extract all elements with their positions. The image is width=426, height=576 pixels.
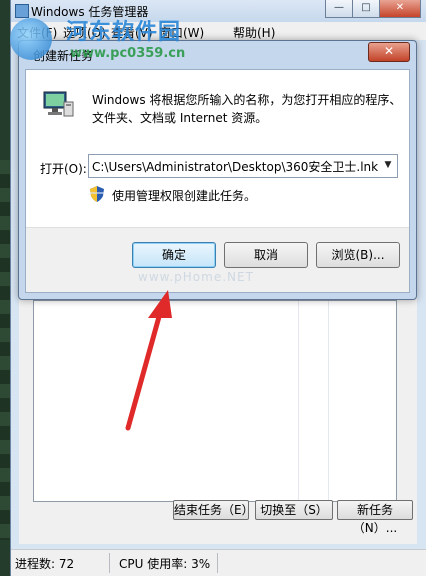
dialog-content: Windows 将根据您所输入的名称，为您打开相应的程序、文件夹、文档或 Int… bbox=[25, 69, 410, 293]
task-manager-icon bbox=[15, 4, 29, 18]
maximize-button[interactable]: □ bbox=[352, 0, 380, 18]
switch-to-button[interactable]: 切换至（S） bbox=[255, 500, 333, 520]
dialog-close-button[interactable]: ✕ bbox=[368, 42, 410, 62]
task-list[interactable] bbox=[33, 300, 397, 502]
end-task-button[interactable]: 结束任务（E） bbox=[173, 500, 254, 520]
cpu-usage: CPU 使用率: 3% bbox=[119, 557, 211, 571]
open-label: 打开(O): bbox=[40, 162, 87, 176]
browse-button[interactable]: 浏览(B)... bbox=[316, 242, 400, 268]
column-separator bbox=[298, 301, 299, 501]
column-separator bbox=[328, 301, 329, 501]
dialog-description: Windows 将根据您所输入的名称，为您打开相应的程序、文件夹、文档或 Int… bbox=[92, 93, 402, 125]
watermark-url: www.pc0359.cn bbox=[70, 46, 186, 61]
task-buttons: 结束任务（E） 切换至（S） 新任务（N）... bbox=[19, 500, 417, 535]
uac-shield-icon bbox=[90, 186, 104, 202]
menu-help[interactable]: 帮助(H) bbox=[233, 24, 275, 41]
status-separator bbox=[217, 553, 218, 573]
open-combobox[interactable]: C:\Users\Administrator\Desktop\360安全卫士.l… bbox=[88, 154, 398, 178]
open-input-value[interactable]: C:\Users\Administrator\Desktop\360安全卫士.l… bbox=[92, 158, 378, 175]
new-task-button[interactable]: 新任务（N）... bbox=[337, 500, 413, 535]
close-button[interactable]: ✕ bbox=[379, 0, 421, 18]
watermark-logo bbox=[10, 18, 52, 60]
minimize-button[interactable]: — bbox=[325, 0, 353, 18]
cancel-button[interactable]: 取消 bbox=[224, 242, 308, 268]
run-program-icon bbox=[43, 91, 74, 117]
watermark-mid: www.pHome.NET bbox=[138, 270, 254, 284]
window-controls: — □ ✕ bbox=[325, 0, 421, 18]
ok-button[interactable]: 确定 bbox=[132, 242, 216, 268]
admin-privilege-text: 使用管理权限创建此任务。 bbox=[112, 189, 257, 203]
create-new-task-dialog: 创建新任务 ✕ Windows 将根据您所输入的名称，为您打开相应的程序、文件夹… bbox=[18, 40, 417, 300]
status-bar: 进程数: 72 CPU 使用率: 3% bbox=[11, 549, 426, 576]
chevron-down-icon[interactable]: ▼ bbox=[381, 156, 395, 174]
status-separator bbox=[109, 553, 110, 573]
process-count: 进程数: 72 bbox=[15, 557, 75, 571]
watermark-title: 河东软件园 bbox=[66, 20, 182, 45]
